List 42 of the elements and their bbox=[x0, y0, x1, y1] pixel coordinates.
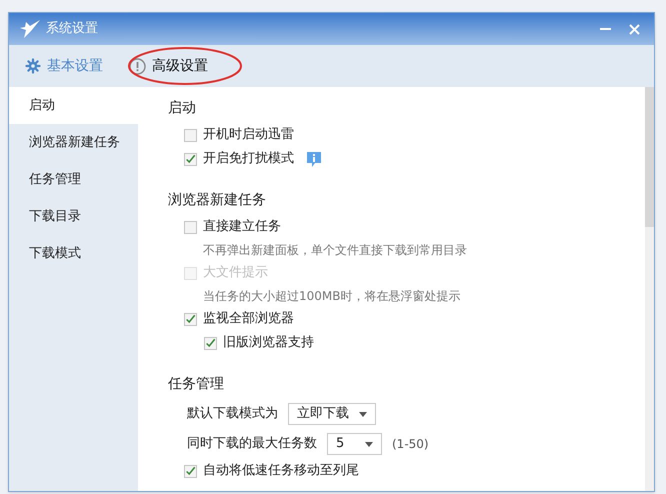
info-icon[interactable] bbox=[306, 150, 322, 168]
checkmark-icon bbox=[185, 464, 196, 478]
option-label: 监视全部浏览器 bbox=[203, 310, 294, 328]
range-hint: (1-50) bbox=[392, 436, 429, 453]
caret-icon bbox=[365, 442, 373, 446]
option-description: 不再弹出新建面板，单个文件直接下载到常用目录 bbox=[202, 242, 468, 259]
option-description: 当任务的大小超过100MB时，将在悬浮窗处提示 bbox=[202, 288, 462, 305]
checkbox[interactable] bbox=[184, 128, 197, 142]
sidebar-item[interactable]: 浏览器新建任务 bbox=[9, 124, 138, 161]
option-label: 开启免打扰模式 bbox=[203, 150, 294, 168]
checkmark-icon bbox=[185, 152, 196, 166]
sidebar-item[interactable]: 下载目录 bbox=[9, 198, 138, 235]
option-label: 开机时启动迅雷 bbox=[203, 126, 294, 144]
bird-logo-icon bbox=[19, 19, 41, 39]
window-title: 系统设置 bbox=[46, 20, 98, 38]
option-label: 大文件提示 bbox=[203, 264, 268, 282]
option-label: 直接建立任务 bbox=[203, 218, 281, 236]
minimize-icon[interactable] bbox=[600, 28, 611, 30]
sidebar-item[interactable]: 启动 bbox=[9, 87, 138, 124]
dropdown[interactable]: 立即下载 bbox=[288, 403, 376, 425]
checkmark-icon bbox=[205, 336, 216, 350]
dropdown[interactable]: 5 bbox=[327, 433, 382, 455]
option-label: 同时下载的最大任务数 bbox=[187, 435, 317, 454]
scrollbar[interactable] bbox=[645, 87, 654, 491]
checkbox[interactable] bbox=[184, 312, 197, 326]
caret-icon bbox=[359, 412, 367, 416]
checkbox[interactable] bbox=[184, 464, 197, 478]
checkbox[interactable] bbox=[184, 220, 197, 234]
sidebar-item[interactable]: 下载模式 bbox=[9, 235, 138, 272]
section-title: 任务管理 bbox=[168, 375, 225, 394]
section-title: 浏览器新建任务 bbox=[168, 191, 267, 210]
close-icon[interactable] bbox=[629, 24, 640, 34]
checkmark-icon bbox=[185, 312, 196, 326]
option-label: 默认下载模式为 bbox=[187, 405, 278, 424]
sidebar-item[interactable]: 任务管理 bbox=[9, 161, 138, 198]
option-label: 自动将低速任务移动至列尾 bbox=[203, 462, 359, 480]
alert-icon bbox=[129, 58, 146, 74]
gear-icon bbox=[25, 58, 41, 74]
option-label: 旧版浏览器支持 bbox=[223, 334, 314, 352]
checkbox[interactable] bbox=[184, 152, 197, 166]
section-title: 启动 bbox=[168, 99, 197, 118]
checkbox[interactable] bbox=[204, 336, 217, 350]
